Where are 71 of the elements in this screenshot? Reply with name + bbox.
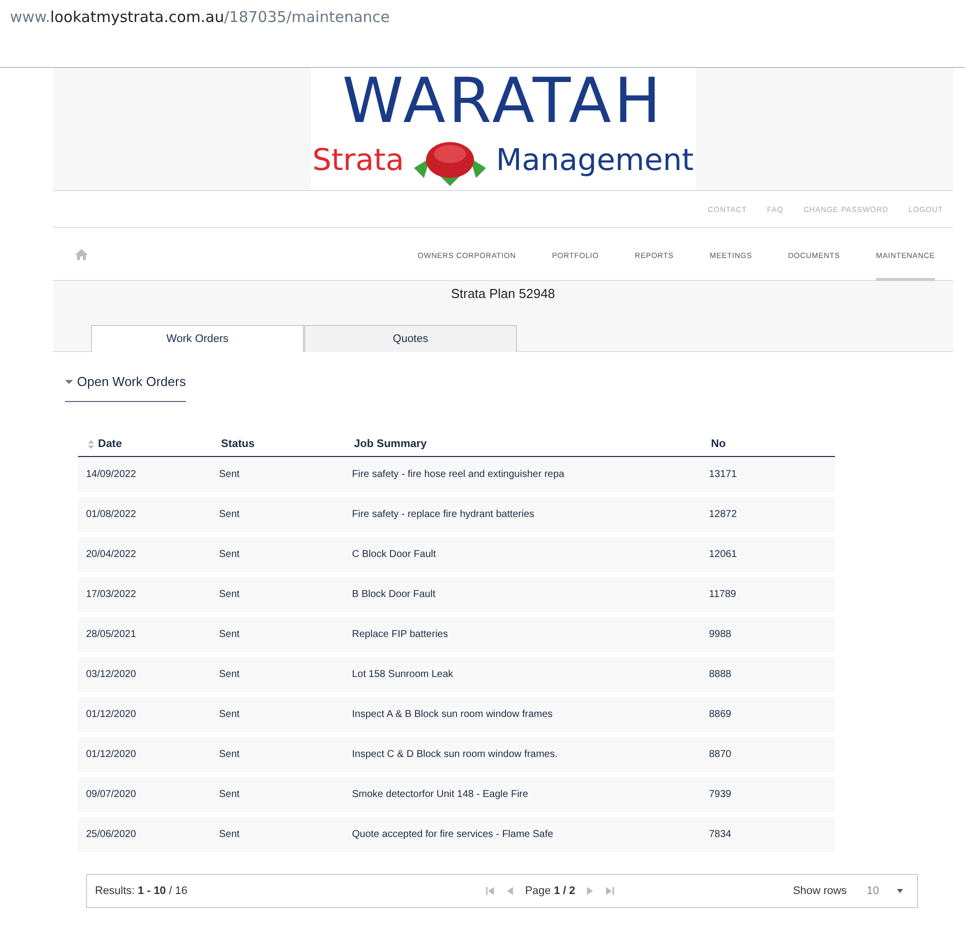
table-cell-text: Replace FIP batteries (352, 629, 449, 640)
table-cell-text: Fire safety - fire hose reel and extinguisher repa (352, 469, 566, 480)
table-row[interactable]: 25/06/2020 Sent Quote accepted for fire services - Flame Safe 7834 (78, 817, 835, 852)
table-cell-text: 20/04/2022 (86, 549, 138, 560)
column-header[interactable]: Date (98, 438, 122, 450)
table-cell-text: Inspect A & B Block sun room window frames (352, 709, 554, 720)
table-cell-text: 8888 (709, 669, 732, 680)
table-cell-text: 28/05/2021 (86, 629, 138, 640)
table-cell-text: 12872 (709, 509, 738, 520)
table-cell-text: Sent (219, 709, 241, 720)
table-cell-text: Sent (219, 469, 241, 480)
table-cell-text: 9988 (709, 629, 732, 640)
page-title: Strata Plan 52948 (450, 285, 556, 303)
table-cell-text: 7834 (709, 829, 732, 840)
table-row[interactable]: 14/09/2022 Sent Fire safety - fire hose reel and extinguisher repa 13171 (78, 457, 835, 492)
results-count: Results: 1 - 10 / 16 (95, 885, 188, 897)
table-row[interactable]: 01/12/2020 Sent Inspect A & B Block sun room window frames 8869 (78, 697, 835, 732)
table-cell-text: Sent (219, 509, 241, 520)
table-cell-text: Sent (219, 749, 241, 760)
table-cell-text: Sent (219, 789, 241, 800)
table-cell-text: B Block Door Fault (352, 589, 436, 600)
table-cell-text: 13171 (709, 469, 738, 480)
column-header[interactable]: Status (221, 438, 255, 450)
table-cell-text: 8870 (709, 749, 732, 760)
table-cell-text: 01/12/2020 (86, 709, 138, 720)
home-icon[interactable] (75, 248, 88, 260)
tab[interactable]: Work Orders (91, 325, 304, 352)
table-cell-text: Sent (219, 669, 241, 680)
table-cell-text: Quote accepted for fire services - Flame Safe (352, 829, 554, 840)
next-page-icon[interactable] (585, 886, 596, 896)
table-cell-text: 01/12/2020 (86, 749, 138, 760)
table-cell-text: 12061 (709, 549, 738, 560)
tab[interactable]: Quotes (304, 325, 517, 352)
table-cell-text: C Block Door Fault (352, 549, 437, 560)
table-cell-text: 17/03/2022 (86, 589, 138, 600)
rows-select[interactable]: 10 (860, 884, 909, 898)
previous-page-icon[interactable] (505, 886, 516, 896)
table-cell-text: Sent (219, 629, 241, 640)
sort-icon[interactable] (88, 440, 94, 448)
table-row[interactable]: 01/08/2022 Sent Fire safety - replace fire hydrant batteries 12872 (78, 497, 835, 532)
table-cell-text: 11789 (709, 589, 738, 600)
table-row[interactable]: 20/04/2022 Sent C Block Door Fault 12061 (78, 537, 835, 572)
table-cell-text: Fire safety - replace fire hydrant batteries (352, 509, 536, 520)
logo: WARATAH Strata Management (310, 68, 696, 190)
section-toggle[interactable]: Open Work Orders (65, 372, 186, 402)
caret-icon (65, 378, 73, 384)
table-cell-text: 01/08/2022 (86, 509, 138, 520)
table-cell-text: 03/12/2020 (86, 669, 138, 680)
table-cell-text: Sent (219, 589, 241, 600)
table-cell-text: 7939 (709, 789, 732, 800)
table-row[interactable]: 03/12/2020 Sent Lot 158 Sunroom Leak 8888 (78, 657, 835, 692)
table-cell-text: Lot 158 Sunroom Leak (352, 669, 454, 680)
table-cell-text: Sent (219, 829, 241, 840)
table-cell-text: Inspect C & D Block sun room window frames. (352, 749, 559, 760)
table-cell-text: Sent (219, 549, 241, 560)
first-page-icon[interactable] (485, 886, 496, 896)
table-row[interactable]: 28/05/2021 Sent Replace FIP batteries 9988 (78, 617, 835, 652)
last-page-icon[interactable] (605, 886, 616, 896)
table-cell-text: 8869 (709, 709, 732, 720)
table-cell-text: 14/09/2022 (86, 469, 138, 480)
show-rows-label: Show rows (792, 885, 847, 897)
table-cell-text: Smoke detectorfor Unit 148 - Eagle Fire (352, 789, 530, 800)
column-header[interactable]: Job Summary (354, 438, 427, 450)
table-row[interactable]: 09/07/2020 Sent Smoke detectorfor Unit 148 - Eagle Fire 7939 (78, 777, 835, 812)
column-header[interactable]: No (711, 438, 726, 450)
page-indicator: Page 1 / 2 (525, 885, 576, 897)
table-row[interactable]: 01/12/2020 Sent Inspect C & D Block sun room window frames. 8870 (78, 737, 835, 772)
table-cell-text: 09/07/2020 (86, 789, 138, 800)
table-cell-text: 25/06/2020 (86, 829, 138, 840)
caret-icon (896, 889, 903, 893)
table-row[interactable]: 17/03/2022 Sent B Block Door Fault 11789 (78, 577, 835, 612)
